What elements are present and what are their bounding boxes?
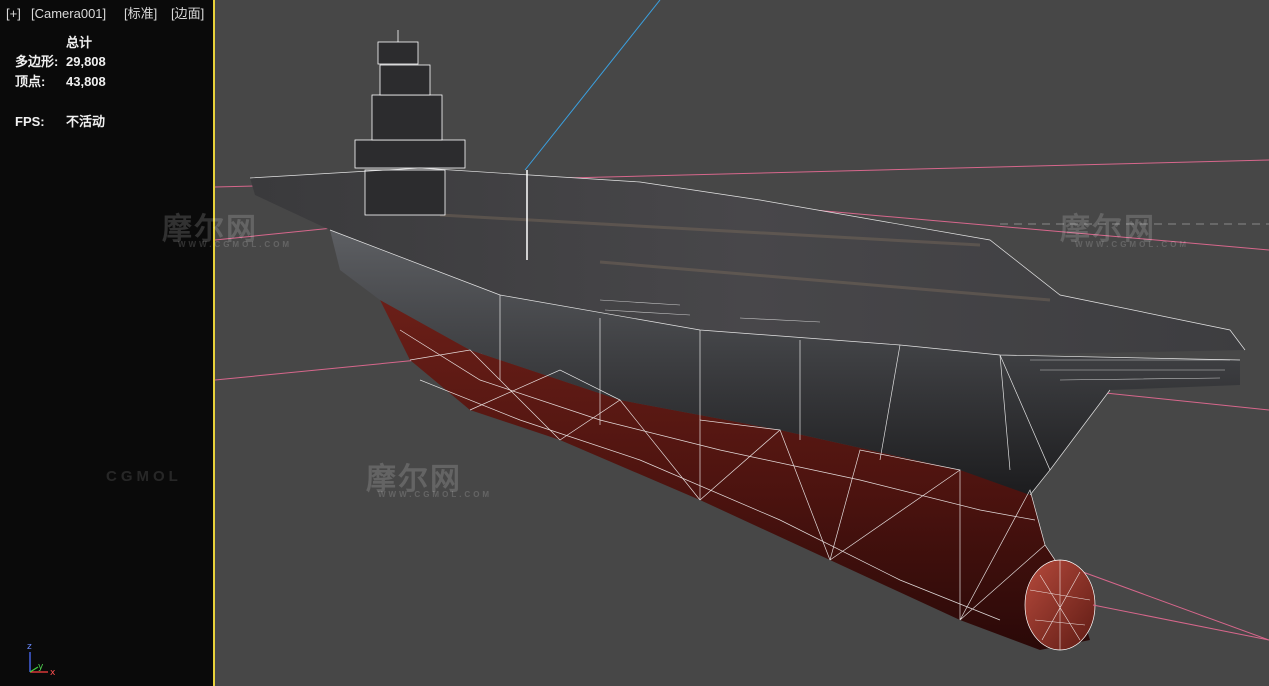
camera-target-line: [524, 0, 661, 171]
viewport-active-border: [213, 0, 215, 686]
axis-y-label: y: [38, 662, 44, 672]
camera-label-button[interactable]: [Camera001]: [31, 6, 106, 22]
fps-value: 不活动: [66, 114, 106, 129]
viewport-menu-button[interactable]: [+]: [6, 6, 21, 22]
axis-z-label: z: [27, 642, 32, 652]
vertices-label: 顶点:: [15, 74, 46, 89]
stats-panel: [0, 0, 213, 686]
display-mode-label-button[interactable]: [边面]: [171, 6, 204, 22]
fps-label: FPS:: [15, 114, 45, 129]
vertices-value: 43,808: [66, 74, 106, 89]
polygons-label: 多边形:: [15, 54, 59, 69]
axis-gizmo: z y x: [18, 640, 62, 682]
polygons-value: 29,808: [66, 54, 106, 69]
shading-label-button[interactable]: [标准]: [124, 6, 157, 22]
stats-header: 总计: [66, 35, 93, 50]
viewport[interactable]: [+] [Camera001] [标准] [边面] 总计 多边形: 29,808…: [0, 0, 1269, 686]
axis-x-label: x: [50, 668, 56, 678]
